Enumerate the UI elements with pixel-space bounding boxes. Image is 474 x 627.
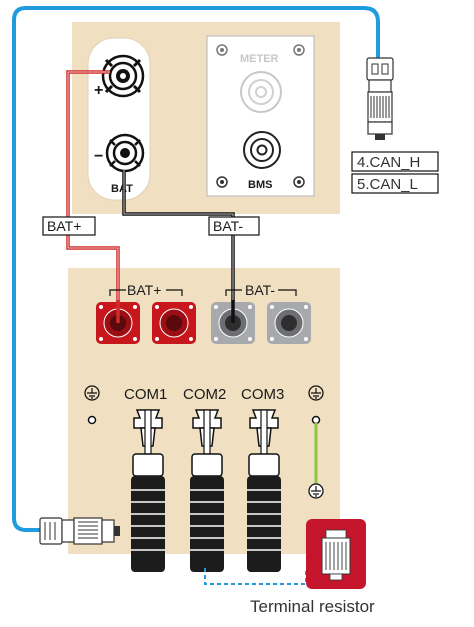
ground-icon <box>308 483 324 499</box>
can-h-label: 4.CAN_H <box>357 154 420 171</box>
rj45-connector-icon <box>39 517 120 545</box>
minus-sign: − <box>94 148 103 165</box>
bat-minus-terminal-2 <box>267 302 311 344</box>
com2-label: COM2 <box>183 386 226 403</box>
ground-icon <box>308 385 324 401</box>
bms-label: BMS <box>248 179 272 191</box>
ground-icon <box>84 385 100 401</box>
terminal-resistor-label: Terminal resistor <box>250 597 375 616</box>
com1-label: COM1 <box>124 386 167 403</box>
bat-plus-group-label: BAT+ <box>127 282 161 298</box>
meter-label: METER <box>240 53 279 65</box>
ground-screw-left <box>87 415 97 425</box>
battery-minus-connector <box>105 133 145 173</box>
bat-label: BAT <box>111 183 133 195</box>
bat-minus-group-label: BAT- <box>245 282 275 298</box>
ground-screw-right <box>311 415 321 425</box>
bat-plus-terminal-2 <box>152 302 196 344</box>
wiring-diagram: + − BAT METER BMS BAT+ BAT- 4.CAN_H 5.CA… <box>12 6 439 616</box>
battery-plus-connector <box>101 54 145 98</box>
com3-label: COM3 <box>241 386 284 403</box>
bat-minus-wire-text: BAT- <box>213 218 243 234</box>
rj45-connector-icon <box>366 57 394 140</box>
terminal-resistor-icon <box>306 519 366 589</box>
plus-sign: + <box>94 82 103 99</box>
bat-plus-wire-text: BAT+ <box>47 218 81 234</box>
can-l-label: 5.CAN_L <box>357 176 418 193</box>
